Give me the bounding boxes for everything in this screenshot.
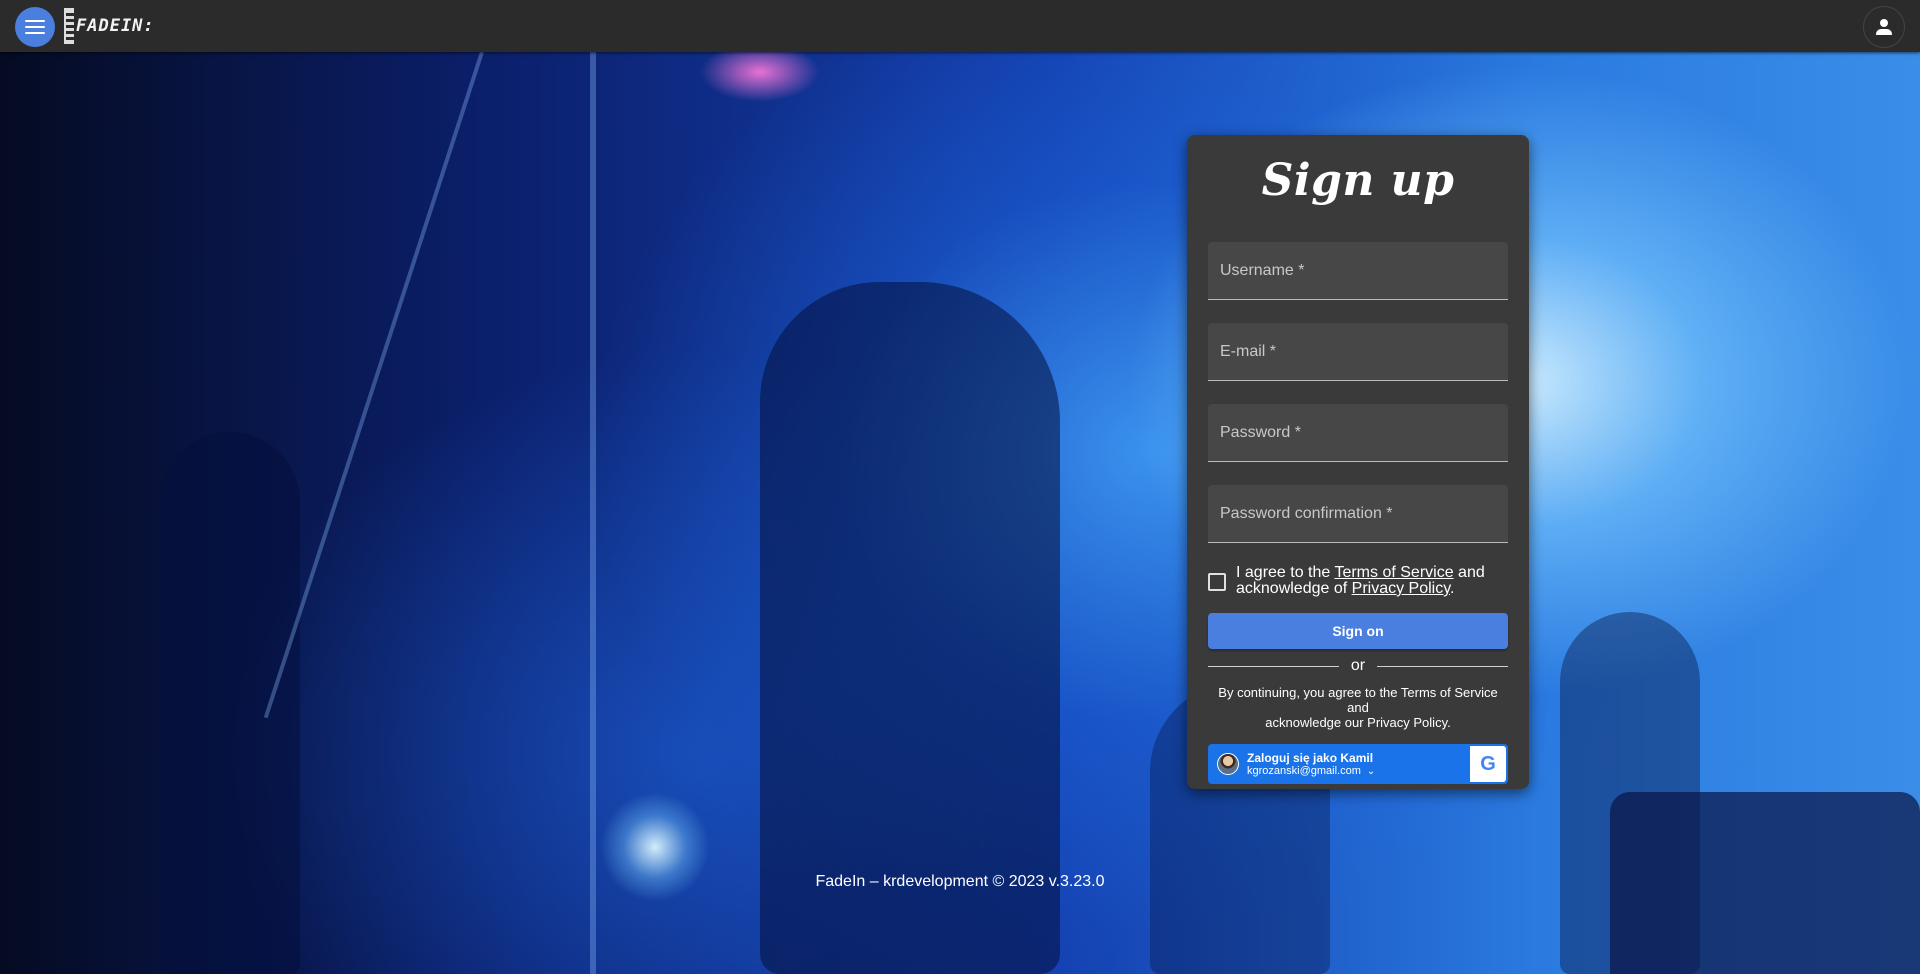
username-input[interactable]: [1208, 242, 1508, 299]
film-strip-icon: [64, 8, 74, 44]
light-stand: [590, 52, 596, 974]
stage-light-pink: [700, 52, 820, 102]
light-stand-arm: [263, 52, 484, 719]
password-confirmation-input[interactable]: [1208, 485, 1508, 542]
camera-operator-silhouette: [760, 282, 1060, 974]
agree-prefix: I agree to the: [1236, 564, 1335, 581]
app-logo[interactable]: FADEIN:: [64, 6, 155, 46]
or-divider: or: [1208, 657, 1509, 675]
legal-line-1: By continuing, you agree to the Terms of…: [1218, 685, 1498, 715]
email-field[interactable]: [1208, 323, 1508, 381]
google-logo-icon: G: [1470, 746, 1506, 782]
password-field[interactable]: [1208, 404, 1508, 462]
menu-icon: [25, 20, 45, 34]
or-label: or: [1350, 657, 1366, 674]
person-left-silhouette: [160, 432, 300, 974]
signup-card: Sign up I agree to the Terms of Service …: [1187, 135, 1529, 789]
legal-line-2-prefix: acknowledge our: [1265, 715, 1368, 730]
footer-text: FadeIn – krdevelopment © 2023 v.3.23.0: [815, 873, 1105, 890]
legal-line-2-suffix: .: [1447, 715, 1451, 730]
terms-checkbox[interactable]: [1208, 573, 1226, 591]
legal-privacy-link[interactable]: Privacy Policy: [1367, 715, 1447, 730]
username-field[interactable]: [1208, 242, 1508, 300]
password-input[interactable]: [1208, 404, 1508, 461]
legal-notice: By continuing, you agree to the Terms of…: [1208, 685, 1508, 730]
legal-line-2: acknowledge our Privacy Policy.: [1208, 715, 1508, 730]
terms-agreement: I agree to the Terms of Service and ackn…: [1208, 565, 1508, 597]
sign-on-button[interactable]: Sign on: [1208, 613, 1508, 649]
google-account-info: Zaloguj się jako Kamil kgrozanski@gmail.…: [1247, 751, 1470, 778]
google-sign-in-button[interactable]: Zaloguj się jako Kamil kgrozanski@gmail.…: [1208, 744, 1508, 784]
signup-fields: [1208, 242, 1508, 543]
divider-line-left: [1208, 665, 1339, 667]
terms-of-service-link[interactable]: Terms of Service: [1334, 564, 1453, 581]
account-button[interactable]: [1863, 6, 1905, 48]
agree-suffix: .: [1450, 580, 1455, 597]
google-g-letter: G: [1480, 752, 1496, 775]
menu-button[interactable]: [15, 7, 55, 47]
background-image: [0, 52, 1920, 974]
terms-agreement-text: I agree to the Terms of Service and ackn…: [1236, 565, 1508, 597]
google-account-email-row: kgrozanski@gmail.com ⌄: [1247, 765, 1470, 778]
page-title: Sign up: [1261, 155, 1455, 206]
google-account-email: kgrozanski@gmail.com: [1247, 764, 1361, 777]
chevron-down-icon: ⌄: [1366, 765, 1376, 777]
divider-line-right: [1377, 665, 1509, 667]
logo-text: FADEIN:: [76, 16, 155, 36]
password-confirmation-field[interactable]: [1208, 485, 1508, 543]
avatar: [1217, 753, 1239, 775]
top-app-bar: FADEIN:: [0, 0, 1920, 52]
email-input[interactable]: [1208, 323, 1508, 380]
privacy-policy-link[interactable]: Privacy Policy: [1352, 580, 1450, 597]
google-account-name: Zaloguj się jako Kamil: [1247, 750, 1374, 765]
person-icon: [1875, 18, 1893, 36]
